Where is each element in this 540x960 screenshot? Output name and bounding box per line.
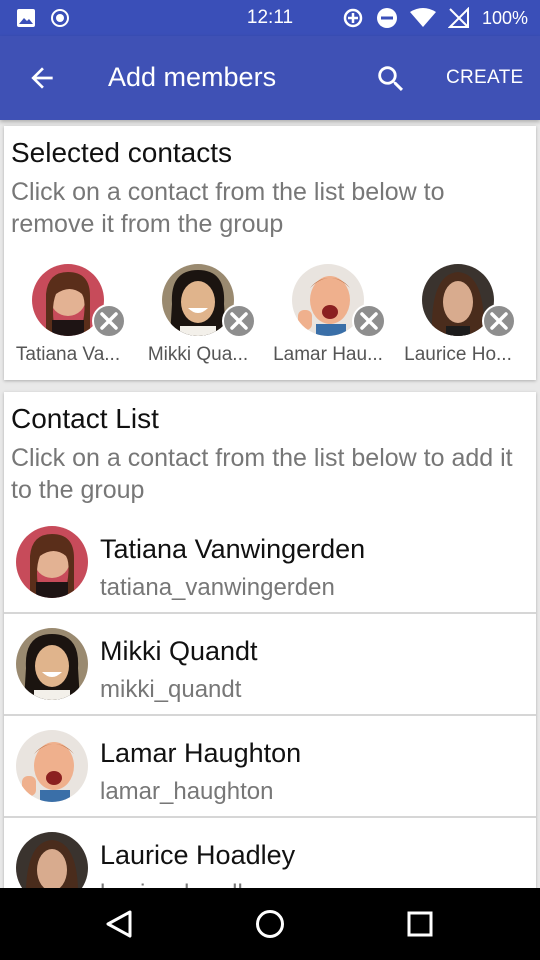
close-icon	[230, 312, 248, 330]
search-icon[interactable]	[374, 62, 408, 96]
remove-contact-button[interactable]	[92, 304, 126, 338]
status-right-icons: 100%	[342, 7, 528, 29]
contact-handle: mikki_quandt	[100, 676, 242, 703]
back-arrow-icon[interactable]	[26, 62, 58, 94]
nav-back-icon[interactable]	[104, 908, 136, 940]
contact-name: Laurice Hoadley	[100, 840, 296, 870]
selected-chip-name: Tatiana Va...	[15, 344, 121, 365]
nav-recents-icon[interactable]	[404, 908, 436, 940]
remove-contact-button[interactable]	[352, 304, 386, 338]
app-bar: Add members CREATE	[0, 36, 540, 120]
selected-chip-name: Laurice Ho...	[404, 344, 512, 365]
selected-chip[interactable]: Laurice Ho...	[394, 262, 522, 372]
wifi-icon	[409, 8, 436, 27]
selected-chip-name: Mikki Qua...	[147, 344, 249, 365]
contact-row[interactable]: Lamar Haughton lamar_haughton	[4, 716, 536, 818]
selected-chip[interactable]: Tatiana Va...	[4, 262, 132, 372]
selected-contacts-subtitle: Click on a contact from the list below t…	[11, 178, 445, 238]
selected-contacts-card: Selected contacts Click on a contact fro…	[4, 126, 536, 380]
battery-percent: 100%	[481, 7, 528, 28]
remove-contact-button[interactable]	[222, 304, 256, 338]
selected-chip[interactable]: Lamar Hau...	[264, 262, 392, 372]
close-icon	[490, 312, 508, 330]
nav-home-icon[interactable]	[254, 908, 286, 940]
do-not-disturb-icon	[376, 8, 397, 28]
remove-contact-button[interactable]	[482, 304, 516, 338]
avatar	[16, 526, 88, 598]
contact-name: Mikki Quandt	[100, 636, 258, 666]
data-saver-icon	[343, 8, 363, 28]
contact-list-subtitle: Click on a contact from the list below t…	[11, 444, 513, 504]
avatar	[16, 832, 88, 892]
create-button[interactable]: CREATE	[446, 67, 523, 89]
selected-chip[interactable]: Mikki Qua...	[134, 262, 262, 372]
selected-chip-name: Lamar Hau...	[273, 344, 383, 365]
contact-name: Tatiana Vanwingerden	[100, 534, 366, 564]
close-icon	[360, 312, 378, 330]
contact-handle: tatiana_vanwingerden	[100, 574, 335, 601]
selected-contacts-title: Selected contacts	[11, 137, 233, 168]
avatar	[16, 730, 88, 802]
selected-chips: Tatiana Va... Mikki Qua... Lamar Hau...	[4, 262, 536, 372]
close-icon	[100, 312, 118, 330]
contact-list-title: Contact List	[11, 403, 159, 434]
navigation-bar	[0, 888, 540, 960]
contact-list-card: Contact List Click on a contact from the…	[4, 392, 536, 892]
contact-handle: lamar_haughton	[100, 778, 274, 805]
status-bar: 12:11 100%	[0, 0, 540, 36]
contact-row[interactable]: Laurice Hoadley laurice_hoadley	[4, 818, 536, 892]
avatar	[16, 628, 88, 700]
page-title: Add members	[108, 62, 277, 92]
contact-row[interactable]: Tatiana Vanwingerden tatiana_vanwingerde…	[4, 512, 536, 614]
contact-row[interactable]: Mikki Quandt mikki_quandt	[4, 614, 536, 716]
contact-name: Lamar Haughton	[100, 738, 302, 768]
no-signal-icon	[447, 7, 469, 28]
